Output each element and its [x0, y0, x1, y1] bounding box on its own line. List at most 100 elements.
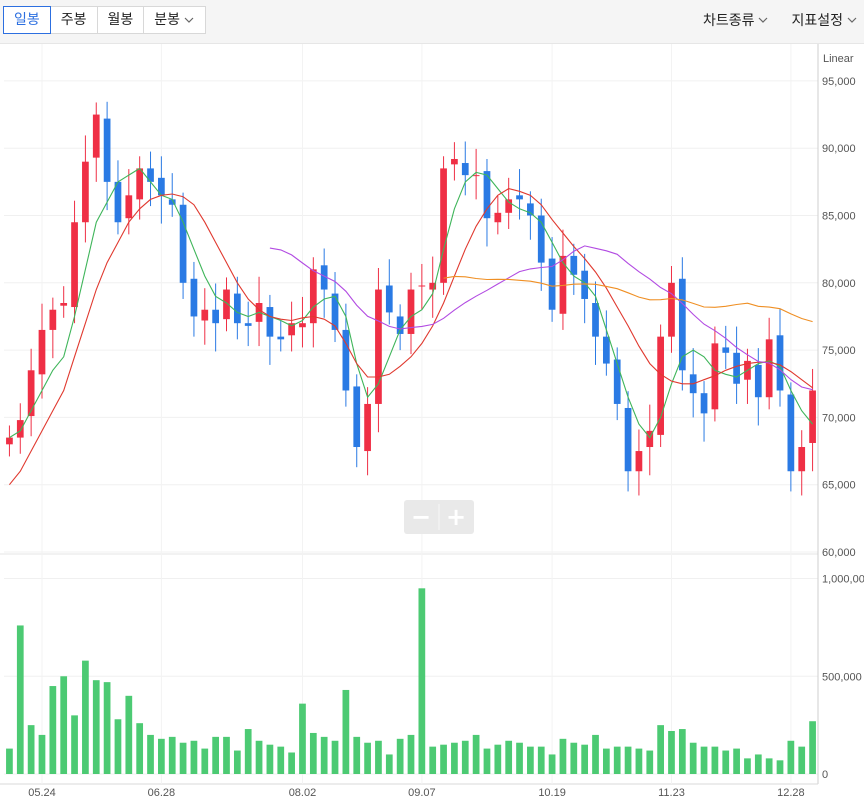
candle-body	[527, 203, 534, 216]
chart-axes: Linear 95,000 90,000 85,000 80,000 75,000 70,…	[28, 53, 864, 799]
candle-body	[722, 347, 730, 353]
zoom-in-icon: +	[446, 503, 466, 531]
chevron-down-icon	[759, 17, 768, 23]
volume-bar	[233, 750, 241, 774]
volume-bar	[320, 736, 328, 774]
candle-body	[602, 336, 610, 364]
candle-body	[472, 175, 480, 177]
volume-bar	[602, 748, 610, 774]
chart-type-dropdown[interactable]: 차트종류	[703, 10, 770, 30]
chevron-down-icon	[847, 17, 857, 23]
volume-bar	[147, 734, 154, 774]
volume-bar	[657, 725, 664, 774]
candle-body	[266, 307, 274, 337]
zoom-out-button[interactable]: −	[404, 500, 439, 534]
candle-body	[103, 118, 111, 182]
period-tabs: 일봉 주봉 월봉 분봉	[3, 6, 207, 34]
candle-body	[624, 407, 632, 472]
volume-bar	[711, 746, 719, 774]
zoom-out-icon: −	[411, 503, 431, 531]
candle-body	[299, 323, 306, 328]
candle-body	[787, 394, 795, 472]
volume-bar	[418, 588, 426, 774]
candle-body	[461, 163, 469, 176]
candle-body	[277, 336, 285, 340]
candle-body	[798, 447, 806, 472]
volume-bar	[744, 758, 751, 774]
volume-bar	[288, 752, 295, 774]
volume-bar	[277, 746, 285, 774]
candle-body	[635, 451, 643, 472]
tab-weekly-label: 주봉	[60, 12, 87, 28]
zoom-controls: − +	[404, 500, 474, 534]
volume-bar	[60, 676, 68, 774]
volume-tick-label: 500,000	[822, 671, 862, 683]
tab-minute-label: 분봉	[154, 12, 181, 28]
candle-body	[353, 386, 361, 448]
volume-bar	[700, 746, 708, 774]
volume-bar	[201, 748, 209, 774]
date-tick-label: 12.28	[777, 787, 805, 799]
volume-bar	[798, 746, 806, 774]
volume-bars	[6, 588, 816, 774]
zoom-in-button[interactable]: +	[439, 500, 474, 534]
candle-body	[212, 309, 220, 324]
volume-bar	[494, 744, 502, 774]
volume-bar	[516, 742, 523, 774]
candle-body	[233, 293, 241, 324]
candle-body	[114, 181, 122, 223]
volume-bar	[168, 736, 176, 774]
price-tick-label: 80,000	[822, 278, 856, 290]
volume-bar	[505, 740, 513, 774]
candle-body	[668, 282, 675, 337]
candle-body	[809, 390, 816, 443]
volume-bar	[82, 660, 89, 774]
candle-body	[244, 323, 252, 326]
candle-body	[190, 278, 198, 317]
volume-bar	[309, 732, 317, 774]
tab-daily[interactable]: 일봉	[3, 6, 51, 34]
candle-body	[6, 437, 13, 445]
chart-toolbar: 일봉 주봉 월봉 분봉 차트종류 지표설정	[0, 0, 864, 44]
scale-label: Linear	[823, 53, 854, 65]
volume-bar	[570, 742, 578, 774]
stock-chart[interactable]: Linear 95,000 90,000 85,000 80,000 75,000 70,…	[0, 44, 864, 806]
candle-body	[309, 269, 317, 324]
volume-bar	[765, 758, 773, 774]
volume-bar	[103, 682, 111, 774]
date-tick-label: 11.23	[658, 787, 685, 799]
candle-body	[592, 303, 599, 337]
volume-bar	[668, 731, 675, 774]
volume-tick-label: 0	[822, 769, 828, 781]
tab-minute[interactable]: 분봉	[143, 6, 207, 34]
volume-bar	[299, 703, 306, 774]
volume-bar	[754, 754, 762, 774]
candle-body	[418, 285, 426, 287]
candle-body	[440, 168, 447, 283]
price-tick-label: 85,000	[822, 211, 856, 223]
volume-bar	[733, 748, 740, 774]
volume-bar	[461, 740, 469, 774]
volume-bar	[266, 744, 274, 774]
candle-body	[60, 303, 68, 306]
candle-body	[754, 364, 762, 398]
candle-body	[776, 335, 784, 391]
volume-bar	[613, 746, 621, 774]
volume-bar	[624, 746, 632, 774]
tab-weekly[interactable]: 주봉	[49, 6, 98, 34]
candle-body	[570, 255, 578, 275]
tab-monthly[interactable]: 월봉	[96, 6, 145, 34]
volume-bar	[38, 734, 46, 774]
indicator-settings-dropdown[interactable]: 지표설정	[791, 10, 858, 30]
indicator-settings-label: 지표설정	[791, 13, 843, 29]
volume-bar	[49, 686, 57, 774]
price-tick-label: 95,000	[822, 76, 856, 88]
candle-body	[700, 393, 708, 414]
candle-body	[657, 336, 664, 435]
volume-bar	[527, 746, 534, 774]
candle-body	[71, 222, 78, 308]
candle-body	[49, 309, 57, 330]
date-tick-label: 06.28	[148, 787, 176, 799]
candle-body	[733, 352, 740, 384]
candle-body	[613, 359, 621, 404]
